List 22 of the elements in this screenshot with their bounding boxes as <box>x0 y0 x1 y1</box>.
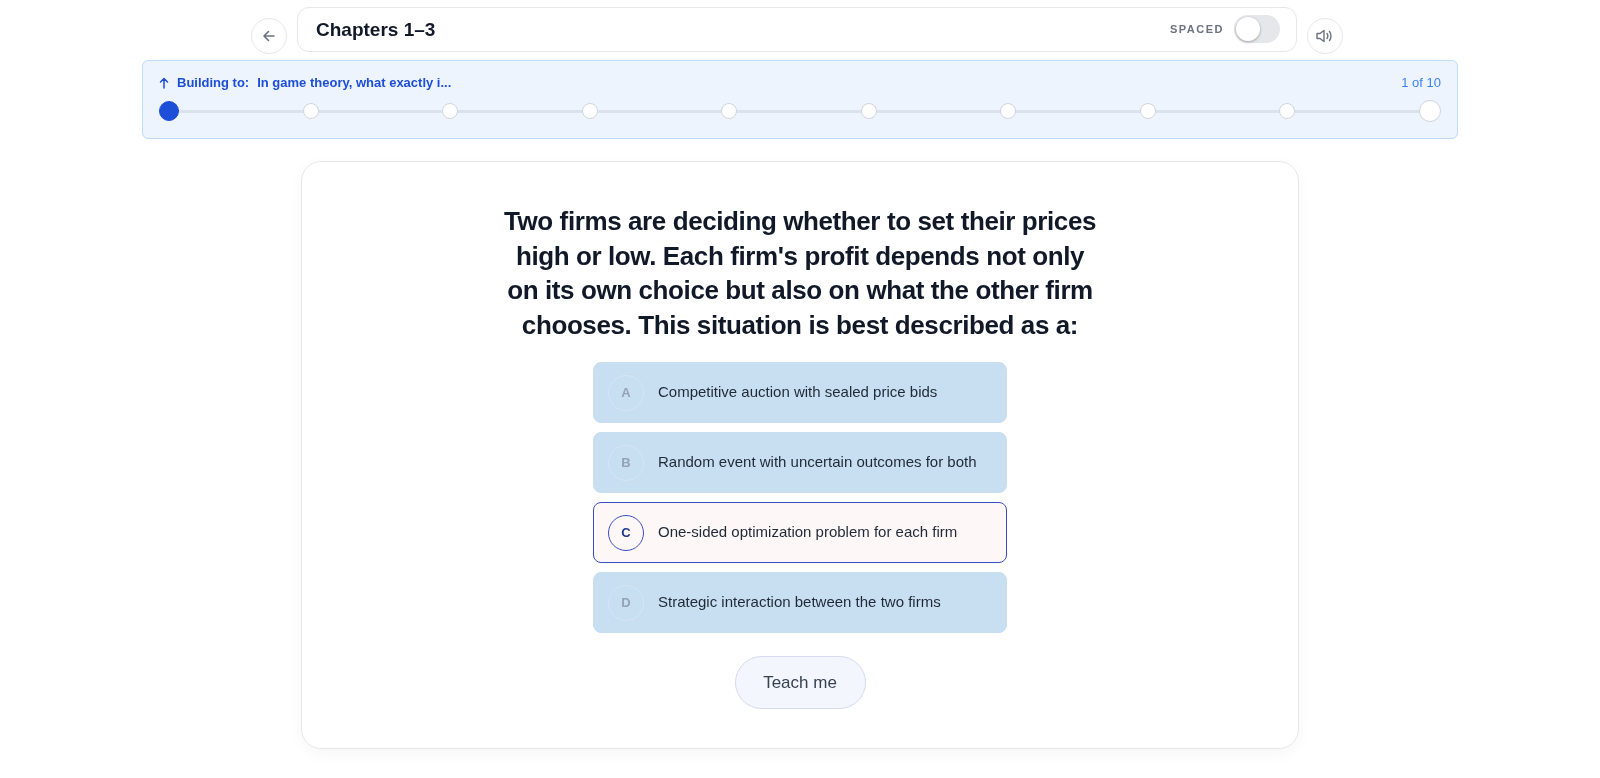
answer-option[interactable]: C One-sided optimization problem for each firm <box>593 502 1007 563</box>
back-button[interactable] <box>251 18 287 54</box>
step-dot[interactable] <box>159 100 179 121</box>
deck-title: Chapters 1–3 <box>316 17 436 42</box>
answer-option[interactable]: D Strategic interaction between the two firms <box>593 572 1007 633</box>
option-text: Random event with uncertain outcomes for both <box>658 452 977 473</box>
answer-option[interactable]: B Random event with uncertain outcomes for both <box>593 432 1007 493</box>
up-arrow-icon <box>159 76 169 89</box>
goal-link[interactable]: In game theory, what exactly i... <box>257 73 452 93</box>
option-text: Competitive auction with sealed price bids <box>658 382 938 403</box>
answer-option[interactable]: A Competitive auction with sealed price bids <box>593 362 1007 423</box>
step-counter: 1 of 10 <box>1401 74 1441 92</box>
speaker-icon <box>1315 28 1335 44</box>
spaced-toggle[interactable] <box>1234 15 1280 43</box>
teach-me-button[interactable]: Teach me <box>734 656 866 709</box>
option-text: Strategic interaction between the two firms <box>658 592 941 613</box>
sound-button[interactable] <box>1307 18 1343 54</box>
option-text: One-sided optimization problem for each firm <box>658 522 958 543</box>
question-text: Two firms are deciding whether to set their prices high or low. Each firm's profit depends not only on its own choice but also on what the other firm chooses. This situation is best described as a: <box>502 205 1098 342</box>
back-arrow-icon <box>261 28 277 44</box>
building-label: Building to: <box>177 74 250 92</box>
spaced-label: SPACED <box>1169 21 1224 37</box>
